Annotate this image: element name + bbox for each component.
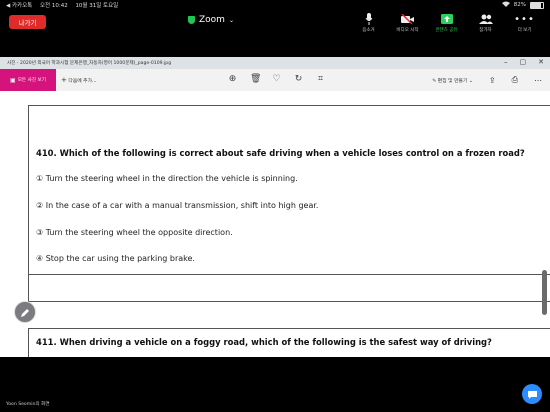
option-4: ④ Stop the car using the parking brake.: [36, 254, 195, 263]
option-3: ③ Turn the steering wheel the opposite d…: [36, 228, 233, 237]
screen-owner-label: Yoon Seomin의 화면: [6, 402, 50, 407]
zoom-in-icon[interactable]: ⊕: [228, 74, 237, 84]
photo-toolbar: ▣ 모든 사진 보기 + 다음에 추가... ⊕ 🗑 ♡ ↻ ⌗ ✎ 편집 및 …: [0, 69, 550, 92]
divider: [28, 274, 550, 275]
divider: [28, 105, 29, 301]
window-title: 사진 - 2020년 외국어 학과시험 문제은행_자동차(영어 1000문제)_…: [7, 61, 172, 66]
video-off-icon: [400, 12, 415, 26]
participants-label: 참가자: [479, 28, 492, 33]
divider: [28, 105, 550, 106]
participants-button[interactable]: 참가자: [466, 12, 505, 33]
ios-status-bar: ◀ 카카오톡 오전 10:42 10월 31일 토요일 82%: [0, 0, 550, 10]
share-content-button[interactable]: 콘텐츠 공유: [427, 12, 466, 33]
back-to-app-link[interactable]: ◀ 카카오톡: [6, 3, 32, 9]
mute-label: 음소거: [362, 28, 375, 33]
window-title-bar: 사진 - 2020년 외국어 학과시험 문제은행_자동차(영어 1000문제)_…: [0, 57, 550, 69]
wifi-icon: [501, 1, 510, 9]
add-to-label: 다음에 추가...: [68, 79, 97, 84]
close-icon[interactable]: ✕: [538, 58, 544, 66]
share-icon[interactable]: ⇪: [489, 76, 496, 85]
divider: [28, 328, 550, 329]
edit-create-label: 편집 및 만들기: [437, 78, 468, 84]
maximize-icon[interactable]: ▢: [520, 58, 527, 66]
option-2: ② In the case of a car with a manual tra…: [36, 201, 319, 210]
pencil-icon: [20, 303, 30, 322]
more-button[interactable]: ••• 더 보기: [505, 12, 544, 34]
status-time: 오전 10:42: [39, 3, 68, 9]
status-date: 10월 31일 토요일: [75, 3, 119, 9]
share-content-label: 콘텐츠 공유: [435, 28, 458, 33]
zoom-meeting-bar: 나가기 Zoom ⌄ 음소거 비디오 시작 콘텐츠 공유 참가자 ••• 더 보…: [0, 10, 550, 38]
option-1: ① Turn the steering wheel in the directi…: [36, 174, 298, 183]
shared-photos-window: 사진 - 2020년 외국어 학과시험 문제은행_자동차(영어 1000문제)_…: [0, 57, 550, 357]
edit-icon: ✎: [432, 78, 437, 84]
microphone-icon: [365, 12, 373, 26]
chat-button[interactable]: [522, 384, 542, 404]
chevron-down-icon: ⌄: [468, 78, 473, 84]
minimize-icon[interactable]: –: [504, 58, 508, 66]
crop-icon[interactable]: ⌗: [316, 74, 325, 84]
all-photos-button[interactable]: ▣ 모든 사진 보기: [0, 69, 56, 91]
share-screen-icon: [440, 12, 453, 26]
add-to-button[interactable]: + 다음에 추가...: [61, 76, 97, 84]
photos-icon: ▣: [10, 76, 16, 84]
edit-create-button[interactable]: ✎ 편집 및 만들기 ⌄: [432, 77, 473, 84]
battery-icon: [530, 1, 544, 9]
rotate-icon[interactable]: ↻: [294, 74, 303, 84]
leave-meeting-button[interactable]: 나가기: [9, 15, 46, 29]
meeting-title[interactable]: Zoom ⌄: [188, 15, 234, 25]
more-dots-icon: •••: [514, 13, 535, 25]
annotate-pen-button[interactable]: [14, 301, 36, 323]
plus-icon: +: [61, 76, 67, 84]
meeting-title-label: Zoom: [199, 15, 225, 25]
start-video-label: 비디오 시작: [396, 28, 419, 33]
chevron-down-icon: ⌄: [228, 16, 234, 24]
more-label: 더 보기: [517, 28, 532, 33]
delete-icon[interactable]: 🗑: [250, 74, 261, 84]
divider: [28, 301, 550, 302]
question-411: 411. When driving a vehicle on a foggy r…: [36, 337, 492, 347]
participants-icon: [478, 12, 493, 26]
chat-bubble-icon: [527, 385, 538, 404]
mute-button[interactable]: 음소거: [349, 12, 388, 33]
question-410: 410. Which of the following is correct a…: [36, 148, 525, 158]
more-dots-icon[interactable]: ⋯: [534, 76, 542, 85]
shield-icon: [188, 16, 195, 24]
start-video-button[interactable]: 비디오 시작: [388, 12, 427, 33]
print-icon[interactable]: ⎙: [512, 75, 518, 85]
battery-percent: 82%: [513, 2, 526, 8]
all-photos-label: 모든 사진 보기: [17, 78, 46, 83]
scrollbar[interactable]: [542, 270, 547, 315]
divider: [28, 328, 29, 357]
document-image: 410. Which of the following is correct a…: [0, 91, 550, 357]
favorite-heart-icon[interactable]: ♡: [272, 74, 281, 84]
